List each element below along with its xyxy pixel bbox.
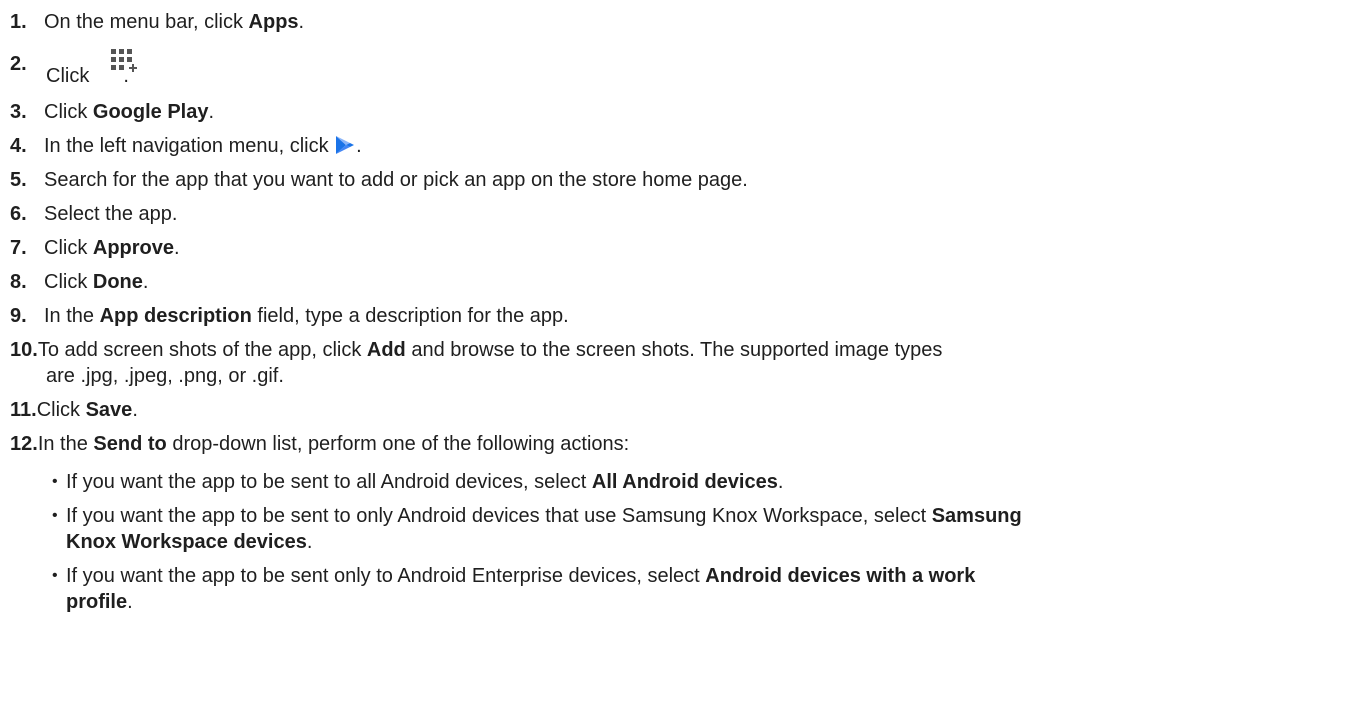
step-number: 6. bbox=[10, 203, 27, 225]
step-number: 11. bbox=[10, 399, 37, 421]
step-10-continuation: are .jpg, .jpeg, .png, or .gif. bbox=[46, 365, 284, 387]
step-7: 7. Click Approve. bbox=[10, 237, 180, 259]
apps-label: Apps bbox=[248, 11, 299, 33]
bullet-item: • If you want the app to be sent to only … bbox=[52, 505, 1022, 527]
app-description-label: App description bbox=[99, 305, 252, 327]
step-1: 1. On the menu bar, click Apps. bbox=[10, 11, 305, 33]
add-label: Add bbox=[366, 339, 406, 361]
add-apps-grid-icon bbox=[111, 49, 137, 72]
step-6: 6. Select the app. bbox=[10, 203, 178, 225]
step-5: 5. Search for the app that you want to ad… bbox=[10, 169, 748, 191]
step-4: 4. In the left navigation menu, click . bbox=[10, 135, 362, 157]
bullet-marker: • bbox=[52, 507, 58, 524]
step-10: 10.To add screen shots of the app, click… bbox=[10, 339, 943, 361]
bullet-item-continuation: profile. bbox=[66, 591, 133, 613]
bullet-item-continuation: Knox Workspace devices. bbox=[66, 531, 313, 553]
bullet-marker: • bbox=[52, 567, 58, 584]
done-label: Done bbox=[92, 271, 143, 293]
step-9: 9. In the App description field, type a d… bbox=[10, 305, 569, 327]
step-3: 3. Click Google Play. bbox=[10, 101, 215, 123]
bullet-item: • If you want the app to be sent only to … bbox=[52, 565, 976, 587]
step-number: 5. bbox=[10, 169, 27, 191]
step-number: 8. bbox=[10, 271, 27, 293]
step-number: 10. bbox=[10, 339, 38, 361]
step-number: 2. bbox=[10, 53, 27, 75]
step-number: 9. bbox=[10, 305, 27, 327]
bullet-marker: • bbox=[52, 473, 58, 490]
procedure-document: 1. On the menu bar, click Apps. 2. Click.… bbox=[0, 0, 1354, 710]
step-number: 3. bbox=[10, 101, 27, 123]
step-8: 8. Click Done. bbox=[10, 271, 149, 293]
step-11: 11.Click Save. bbox=[10, 399, 138, 421]
step-12: 12.In the Send to drop-down list, perfor… bbox=[10, 433, 630, 455]
step-number: 1. bbox=[10, 11, 27, 33]
google-play-icon bbox=[336, 136, 355, 154]
send-to-label: Send to bbox=[93, 433, 167, 455]
google-play-label: Google Play bbox=[92, 101, 209, 123]
step-number: 12. bbox=[10, 433, 38, 455]
approve-label: Approve bbox=[92, 237, 175, 259]
step-number: 4. bbox=[10, 135, 27, 157]
save-label: Save bbox=[85, 399, 133, 421]
bullet-item: • If you want the app to be sent to all A… bbox=[52, 471, 784, 493]
step-number: 7. bbox=[10, 237, 27, 259]
